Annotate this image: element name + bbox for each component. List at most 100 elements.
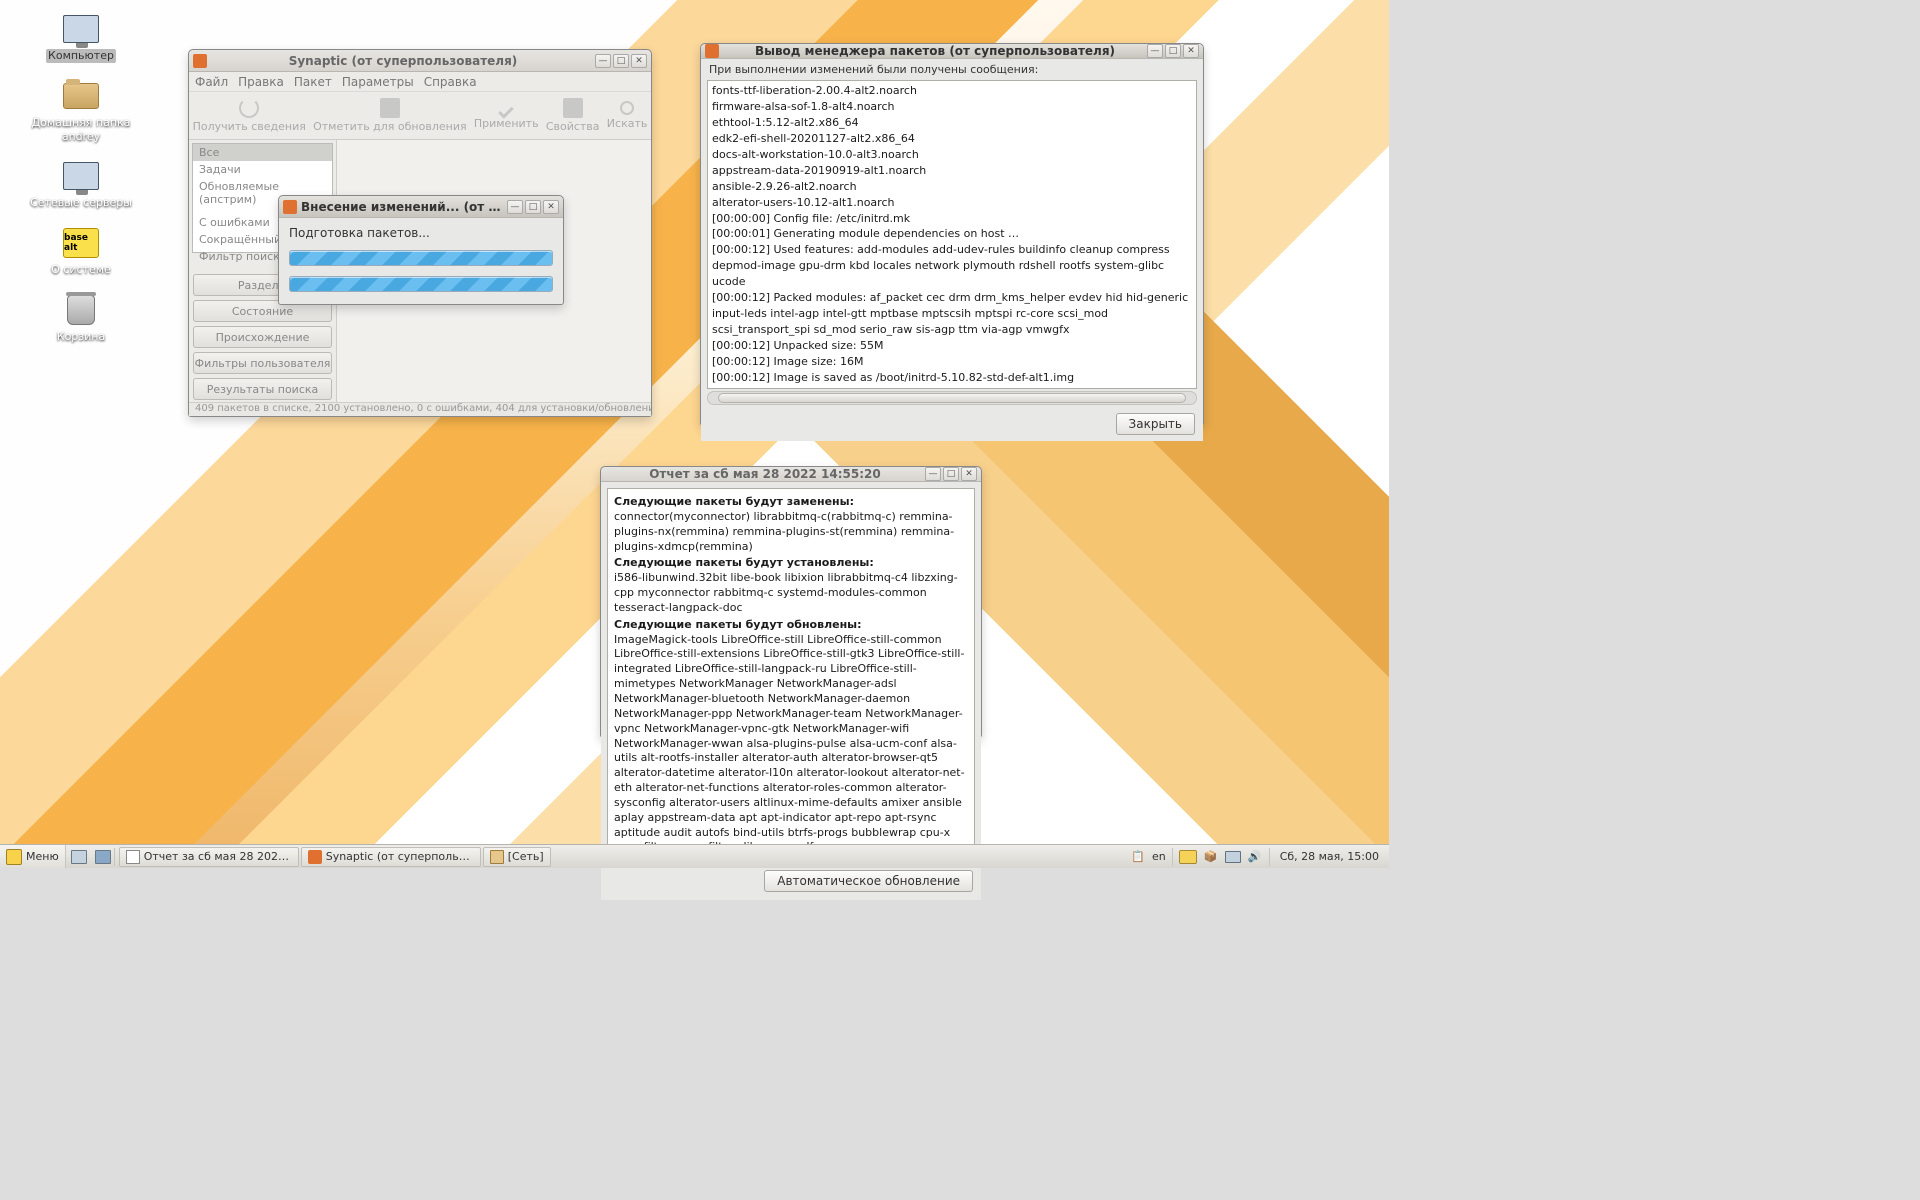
close-button[interactable]: ✕ xyxy=(631,54,647,68)
properties-icon xyxy=(563,98,583,118)
desktop-icon-about-system[interactable]: base alt О системе xyxy=(18,226,144,277)
log-line: fonts-ttf-liberation-2.00.4-alt2.noarch xyxy=(712,83,1192,99)
close-output-button[interactable]: Закрыть xyxy=(1116,413,1195,435)
close-button[interactable]: ✕ xyxy=(1183,44,1199,58)
category-all[interactable]: Все xyxy=(193,144,332,161)
document-icon xyxy=(126,850,140,864)
start-menu-icon xyxy=(6,849,22,865)
minimize-button[interactable]: — xyxy=(1147,44,1163,58)
toolbar-search[interactable]: Искать xyxy=(607,101,648,130)
report-text[interactable]: Следующие пакеты будут заменены:connecto… xyxy=(607,488,975,860)
log-line: appstream-data-20190919-alt1.noarch xyxy=(712,163,1192,179)
menu-package[interactable]: Пакет xyxy=(294,75,332,89)
report-title: Отчет за сб мая 28 2022 14:55:20 xyxy=(605,467,925,481)
tray-network-icon[interactable] xyxy=(1225,849,1241,865)
output-header: При выполнении изменений были получены с… xyxy=(701,59,1203,80)
log-line: [00:00:12] Packed modules: af_packet cec… xyxy=(712,290,1192,338)
task-report[interactable]: Отчет за сб мая 28 2022 … xyxy=(119,847,299,867)
report-section-heading: Следующие пакеты будут обновлены: xyxy=(614,618,968,633)
log-line: [00:00:01] Generating module dependencie… xyxy=(712,226,1192,242)
tray-display-icon[interactable] xyxy=(1179,850,1197,864)
report-section-heading: Следующие пакеты будут установлены: xyxy=(614,556,968,571)
log-line: [00:00:00] Config file: /etc/initrd.mk xyxy=(712,211,1192,227)
report-window: Отчет за сб мая 28 2022 14:55:20 — □ ✕ С… xyxy=(600,466,982,738)
synaptic-title: Synaptic (от суперпользователя) xyxy=(211,54,595,68)
progress-titlebar[interactable]: Внесение изменений... (от суперпользоват… xyxy=(279,196,563,218)
report-section-body: ImageMagick-tools LibreOffice-still Libr… xyxy=(614,633,968,856)
tray-updates-icon[interactable]: 📦 xyxy=(1203,849,1219,865)
progress-label: Подготовка пакетов... xyxy=(289,226,553,240)
log-line: edk2-efi-shell-20201127-alt2.x86_64 xyxy=(712,131,1192,147)
synaptic-titlebar[interactable]: Synaptic (от суперпользователя) — □ ✕ xyxy=(189,50,651,72)
maximize-button[interactable]: □ xyxy=(613,54,629,68)
category-tasks[interactable]: Задачи xyxy=(193,161,332,178)
synaptic-menubar: Файл Правка Пакет Параметры Справка xyxy=(189,72,651,92)
log-line: [00:00:12] Unpacked size: 55M xyxy=(712,338,1192,354)
output-titlebar[interactable]: Вывод менеджера пакетов (от суперпользов… xyxy=(701,44,1203,59)
log-line: [00:00:12] Image size: 16M xyxy=(712,354,1192,370)
reload-icon xyxy=(239,98,259,118)
report-titlebar[interactable]: Отчет за сб мая 28 2022 14:55:20 — □ ✕ xyxy=(601,467,981,482)
taskbar: Меню Отчет за сб мая 28 2022 … Synaptic … xyxy=(0,844,1389,868)
package-output-window: Вывод менеджера пакетов (от суперпользов… xyxy=(700,43,1204,426)
close-button[interactable]: ✕ xyxy=(961,467,977,481)
task-network[interactable]: [Сеть] xyxy=(483,847,551,867)
output-title: Вывод менеджера пакетов (от суперпользов… xyxy=(723,44,1147,58)
report-section-body: connector(myconnector) librabbitmq-c(rab… xyxy=(614,510,968,555)
desktop-icon-computer[interactable]: Компьютер xyxy=(18,12,144,63)
log-line: alterator-users-10.12-alt1.noarch xyxy=(712,195,1192,211)
menu-settings[interactable]: Параметры xyxy=(342,75,414,89)
close-button[interactable]: ✕ xyxy=(543,200,559,214)
quicklaunch-workspaces[interactable] xyxy=(93,847,113,867)
synaptic-icon xyxy=(308,850,322,864)
minimize-button[interactable]: — xyxy=(595,54,611,68)
quicklaunch-show-desktop[interactable] xyxy=(69,847,89,867)
toolbar-mark-upgrades[interactable]: Отметить для обновления xyxy=(313,98,467,133)
report-section-body: i586-libunwind.32bit libe-book libixion … xyxy=(614,571,968,616)
toolbar-properties[interactable]: Свойства xyxy=(546,98,600,133)
log-line: [00:00:12] Image is saved as /boot/initr… xyxy=(712,370,1192,386)
progress-bar-1 xyxy=(289,250,553,266)
tray-volume-icon[interactable]: 🔊 xyxy=(1247,849,1263,865)
minimize-button[interactable]: — xyxy=(507,200,523,214)
auto-update-button[interactable]: Автоматическое обновление xyxy=(764,870,973,892)
desktop-icon-network-servers[interactable]: Сетевые серверы xyxy=(18,159,144,210)
search-icon xyxy=(620,101,634,115)
desktop-icon-trash[interactable]: Корзина xyxy=(18,293,144,344)
start-menu-button[interactable]: Меню xyxy=(0,845,66,868)
log-line: ethtool-1:5.12-alt2.x86_64 xyxy=(712,115,1192,131)
side-origin[interactable]: Происхождение xyxy=(193,326,332,348)
maximize-button[interactable]: □ xyxy=(943,467,959,481)
toolbar-reload[interactable]: Получить сведения xyxy=(193,98,306,133)
tray-clipboard-icon[interactable]: 📋 xyxy=(1130,849,1146,865)
menu-file[interactable]: Файл xyxy=(195,75,228,89)
desktop-icon-home[interactable]: Домашняя папка andrey xyxy=(18,79,144,144)
keyboard-layout-indicator[interactable]: en xyxy=(1152,850,1166,863)
synaptic-app-icon xyxy=(193,54,207,68)
maximize-button[interactable]: □ xyxy=(525,200,541,214)
horizontal-scrollbar[interactable] xyxy=(707,391,1197,405)
progress-dialog: Внесение изменений... (от суперпользоват… xyxy=(278,195,564,305)
output-log[interactable]: fonts-ttf-liberation-2.00.4-alt2.noarchf… xyxy=(707,80,1197,389)
maximize-button[interactable]: □ xyxy=(1165,44,1181,58)
synaptic-toolbar: Получить сведения Отметить для обновлени… xyxy=(189,92,651,140)
mark-icon xyxy=(380,98,400,118)
menu-edit[interactable]: Правка xyxy=(238,75,284,89)
output-app-icon xyxy=(705,44,719,58)
log-line: ansible-2.9.26-alt2.noarch xyxy=(712,179,1192,195)
task-synaptic[interactable]: Synaptic (от суперпользо… xyxy=(301,847,481,867)
progress-title: Внесение изменений... (от суперпользоват… xyxy=(301,200,507,214)
report-section-heading: Следующие пакеты будут заменены: xyxy=(614,495,968,510)
folder-icon xyxy=(490,850,504,864)
taskbar-clock[interactable]: Сб, 28 мая, 15:00 xyxy=(1276,850,1383,863)
log-line: firmware-alsa-sof-1.8-alt4.noarch xyxy=(712,99,1192,115)
progress-app-icon xyxy=(283,200,297,214)
side-search-results[interactable]: Результаты поиска xyxy=(193,378,332,400)
log-line: [00:00:12] Used features: add-modules ad… xyxy=(712,242,1192,290)
side-custom-filters[interactable]: Фильтры пользователя xyxy=(193,352,332,374)
log-line: docs-alt-workstation-10.0-alt3.noarch xyxy=(712,147,1192,163)
menu-help[interactable]: Справка xyxy=(424,75,477,89)
synaptic-statusbar: 409 пакетов в списке, 2100 установлено, … xyxy=(189,402,651,416)
toolbar-apply[interactable]: Применить xyxy=(474,101,539,130)
minimize-button[interactable]: — xyxy=(925,467,941,481)
